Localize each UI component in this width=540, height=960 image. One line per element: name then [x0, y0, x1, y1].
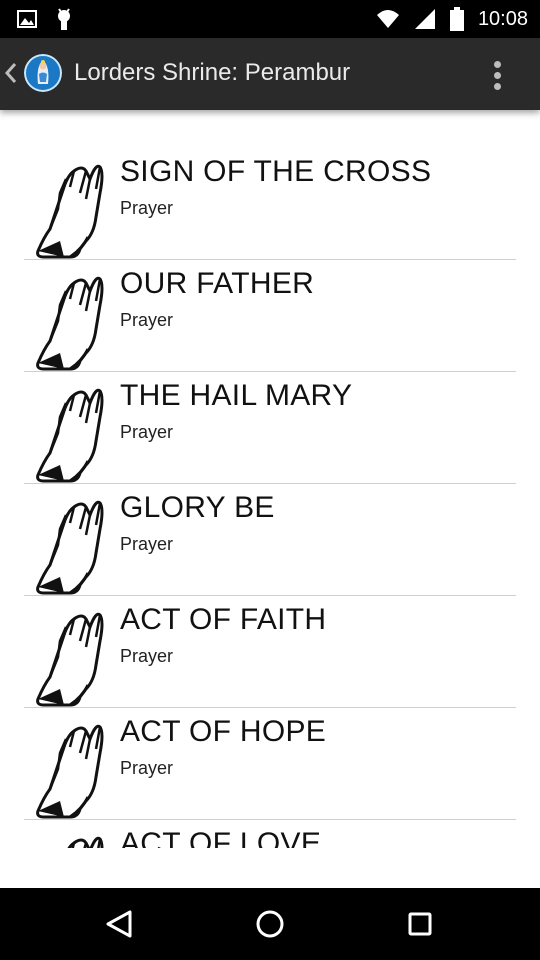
status-bar: 10:08 [0, 0, 540, 38]
prayer-title: ACT OF HOPE [120, 715, 327, 748]
android-icon [58, 8, 70, 30]
list-item[interactable]: THE HAIL MARY Prayer [0, 372, 540, 484]
status-time: 10:08 [477, 8, 528, 30]
system-nav-bar [0, 888, 540, 960]
home-circle-icon[interactable] [250, 904, 290, 944]
wifi-icon [376, 10, 399, 28]
prayer-subtitle: Prayer [120, 534, 174, 554]
list-item[interactable]: GLORY BE Prayer [0, 484, 540, 596]
prayer-subtitle: Prayer [120, 198, 174, 218]
list-item[interactable]: SIGN OF THE CROSS Prayer [0, 148, 540, 260]
prayer-title: OUR FATHER [120, 267, 315, 300]
prayer-title: SIGN OF THE CROSS [120, 155, 432, 188]
prayer-title: THE HAIL MARY [120, 379, 353, 412]
page-title: Lorders Shrine: Perambur [74, 59, 351, 86]
prayer-title: ACT OF FAITH [120, 603, 327, 636]
app-logo[interactable] [24, 54, 62, 92]
list-item[interactable]: ACT OF HOPE Prayer [0, 708, 540, 820]
prayer-subtitle: Prayer [120, 646, 174, 666]
praying-hands-icon [36, 388, 104, 483]
praying-hands-icon [36, 612, 104, 707]
prayer-subtitle: Prayer [120, 758, 174, 778]
prayer-title: ACT OF LOVE [120, 827, 322, 848]
signal-icon [414, 9, 435, 29]
overflow-menu-button[interactable] [486, 58, 510, 92]
recents-square-icon[interactable] [400, 904, 440, 944]
chevron-left-icon[interactable] [4, 62, 18, 84]
praying-hands-icon [36, 164, 104, 259]
more-vert-icon [494, 61, 501, 68]
madonna-logo-icon [24, 54, 62, 92]
list-item[interactable]: OUR FATHER Prayer [0, 260, 540, 372]
image-icon [17, 10, 37, 28]
list-item[interactable]: ACT OF LOVE [0, 820, 540, 848]
praying-hands-icon [36, 276, 104, 371]
prayer-title: GLORY BE [120, 491, 275, 524]
prayer-list: SIGN OF THE CROSS Prayer OUR FATHER Pray… [0, 148, 540, 848]
more-vert-dot [494, 72, 501, 79]
back-triangle-icon[interactable] [100, 904, 140, 944]
praying-hands-icon [36, 500, 104, 595]
more-vert-dot [494, 83, 501, 90]
list-item[interactable]: ACT OF FAITH Prayer [0, 596, 540, 708]
praying-hands-icon [36, 724, 104, 819]
prayer-subtitle: Prayer [120, 422, 174, 442]
app-bar: Lorders Shrine: Perambur [0, 38, 540, 110]
prayer-subtitle: Prayer [120, 310, 174, 330]
praying-hands-icon [67, 836, 104, 848]
battery-icon [449, 7, 464, 31]
